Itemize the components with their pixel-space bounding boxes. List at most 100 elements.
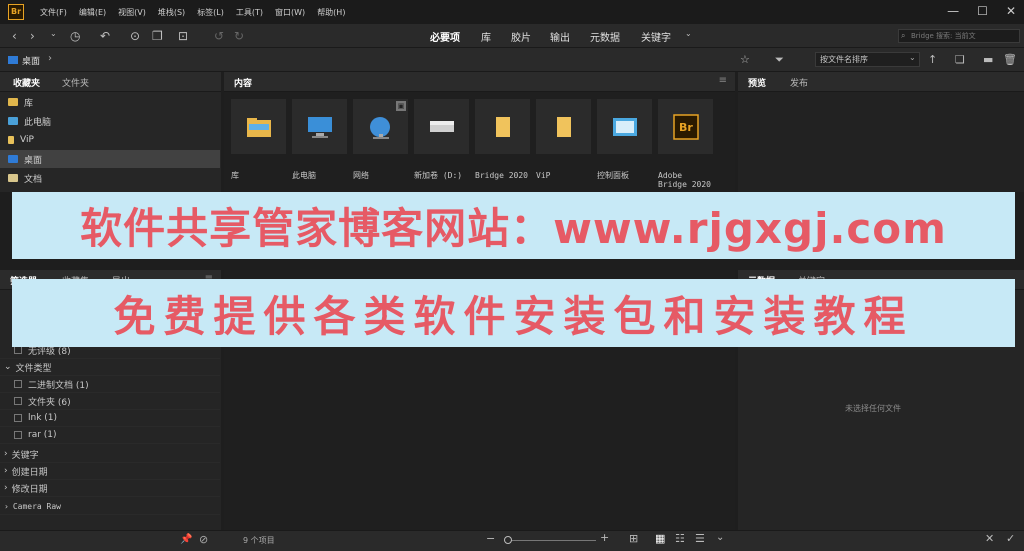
chevron-right-icon: › xyxy=(4,449,8,459)
desktop-icon xyxy=(8,56,18,64)
recent-icon[interactable]: ◷ xyxy=(70,29,80,43)
back-icon[interactable]: ‹ xyxy=(12,29,17,43)
workspace-libraries[interactable]: 库 xyxy=(481,29,491,44)
workspace-output[interactable]: 输出 xyxy=(550,29,570,44)
menu-tools[interactable]: 工具(T) xyxy=(230,7,269,18)
open-icon[interactable]: ⊡ xyxy=(178,29,188,43)
sort-select[interactable]: 按文件名排序 xyxy=(815,52,920,67)
menu-window[interactable]: 窗口(W) xyxy=(269,7,311,18)
zoom-out-icon[interactable]: − xyxy=(486,532,495,545)
tab-preview[interactable]: 预览 xyxy=(748,76,766,89)
filter-lnk[interactable]: lnk (1) xyxy=(0,410,220,427)
watermark-banner-website: 软件共享管家博客网站：www.rjgxgj.com xyxy=(12,192,1015,259)
item-label: 控制面板 xyxy=(597,171,629,180)
list-view-icon[interactable]: ☰ xyxy=(695,532,705,545)
thumbnail-view-icon[interactable]: ▦ xyxy=(655,532,665,545)
maximize-icon[interactable]: ☐ xyxy=(977,4,988,18)
breadcrumb[interactable]: 桌面 xyxy=(22,54,40,67)
new-folder-icon[interactable]: ❏ xyxy=(955,53,965,66)
left-panel-header: 收藏夹 文件夹 xyxy=(0,72,221,92)
pin-icon[interactable]: 📌 xyxy=(180,534,192,545)
filter-binary[interactable]: 二进制文档 (1) xyxy=(0,376,220,393)
rotate-right-icon[interactable]: ↻ xyxy=(234,29,244,43)
filter-group-camera-raw[interactable]: › Camera Raw xyxy=(0,498,220,515)
thumbnail-adobe-bridge[interactable]: Br xyxy=(658,99,713,154)
chevron-down-icon[interactable]: ⌄ xyxy=(716,532,724,543)
thumbnail-network[interactable]: ▣ xyxy=(353,99,408,154)
workspace-essentials[interactable]: 必要项 xyxy=(430,29,460,44)
sidebar-item-this-pc[interactable]: 此电脑 xyxy=(0,112,220,130)
preview-area xyxy=(738,92,1024,192)
thumbnail-size-slider[interactable] xyxy=(504,540,596,541)
sidebar-item-desktop[interactable]: 桌面 xyxy=(0,150,220,168)
boomerang-icon[interactable]: ↶ xyxy=(100,29,110,43)
menu-view[interactable]: 视图(V) xyxy=(112,7,152,18)
filter-icon[interactable]: ⏷ xyxy=(775,53,784,67)
workspace-filmstrip[interactable]: 胶片 xyxy=(511,29,531,44)
thumbnail-new-volume[interactable] xyxy=(414,99,469,154)
tab-publish[interactable]: 发布 xyxy=(790,76,808,89)
thumbnail-this-pc[interactable] xyxy=(292,99,347,154)
item-label: Bridge 2020 xyxy=(475,171,528,180)
folder-icon[interactable]: ▬ xyxy=(983,53,993,66)
workspace-metadata[interactable]: 元数据 xyxy=(590,29,620,44)
filter-folder[interactable]: 文件夹 (6) xyxy=(0,393,220,410)
zoom-in-icon[interactable]: + xyxy=(600,531,609,544)
camera-icon[interactable]: ⊙ xyxy=(130,29,140,43)
minimize-icon[interactable]: — xyxy=(947,4,959,18)
sidebar-item-documents[interactable]: 文档 xyxy=(0,169,220,187)
tab-folders[interactable]: 文件夹 xyxy=(62,76,89,89)
network-icon xyxy=(369,116,390,139)
star-rating-icon[interactable]: ☆ xyxy=(740,53,750,66)
tab-favorites[interactable]: 收藏夹 xyxy=(13,76,40,89)
sort-direction-icon[interactable]: ↑ xyxy=(928,53,937,66)
filter-rar[interactable]: rar (1) xyxy=(0,427,220,444)
no-selection-message: 未选择任何文件 xyxy=(845,404,901,413)
no-filter-icon[interactable]: ⊘ xyxy=(199,533,208,546)
rotate-left-icon[interactable]: ↺ xyxy=(214,29,224,43)
panel-menu-icon[interactable]: ≡ xyxy=(719,75,727,86)
item-label: ViP xyxy=(536,171,551,180)
checkbox[interactable] xyxy=(14,397,22,405)
close-icon[interactable]: ✕ xyxy=(1006,4,1016,18)
tab-content[interactable]: 内容 xyxy=(234,76,252,89)
thumbnail-library[interactable] xyxy=(231,99,286,154)
grid-lock-icon[interactable]: ⊞ xyxy=(629,532,638,545)
item-label: 新加卷 (D:) xyxy=(414,171,463,180)
filter-group-file-type[interactable]: ⌄ 文件类型 xyxy=(0,359,220,376)
thumbnail-control-panel[interactable] xyxy=(597,99,652,154)
confirm-icon[interactable]: ✓ xyxy=(1006,532,1015,545)
menu-help[interactable]: 帮助(H) xyxy=(311,7,351,18)
forward-icon[interactable]: › xyxy=(30,29,35,43)
filter-group-created[interactable]: › 创建日期 xyxy=(0,463,220,480)
content-panel-header: 内容 ≡ xyxy=(224,72,735,92)
filter-group-keywords[interactable]: › 关键字 xyxy=(0,446,220,463)
thumbnail-bridge-2020[interactable] xyxy=(475,99,530,154)
chevron-down-icon[interactable]: ⌄ xyxy=(50,29,57,38)
right-panel-header: 预览 发布 xyxy=(738,72,1024,92)
sidebar-item-vip[interactable]: ViP xyxy=(0,131,220,149)
desktop-icon xyxy=(8,155,18,163)
documents-icon xyxy=(8,174,18,182)
chevron-right-icon: › xyxy=(4,483,8,493)
menu-edit[interactable]: 编辑(E) xyxy=(73,7,112,18)
checkbox[interactable] xyxy=(14,414,22,422)
checkbox[interactable] xyxy=(14,380,22,388)
slider-handle[interactable] xyxy=(504,536,512,544)
sidebar-item-library[interactable]: 库 xyxy=(0,93,220,111)
workspace-keywords[interactable]: 关键字 xyxy=(641,29,671,44)
item-label: 库 xyxy=(231,171,239,180)
checkbox[interactable] xyxy=(14,346,22,354)
search-input[interactable]: Bridge 搜索: 当前文 xyxy=(898,29,1020,43)
menu-label[interactable]: 标签(L) xyxy=(191,7,230,18)
filter-group-modified[interactable]: › 修改日期 xyxy=(0,480,220,497)
cancel-icon[interactable]: ✕ xyxy=(985,532,994,545)
menu-stack[interactable]: 堆栈(S) xyxy=(152,7,191,18)
workspace-menu-icon[interactable]: ⌄ xyxy=(685,29,692,38)
delete-icon[interactable]: 🗑 xyxy=(1003,53,1017,66)
menu-file[interactable]: 文件(F) xyxy=(34,7,73,18)
copy-icon[interactable]: ❐ xyxy=(152,29,163,43)
checkbox[interactable] xyxy=(14,431,22,439)
thumbnail-vip[interactable] xyxy=(536,99,591,154)
details-view-icon[interactable]: ☷ xyxy=(675,532,685,545)
